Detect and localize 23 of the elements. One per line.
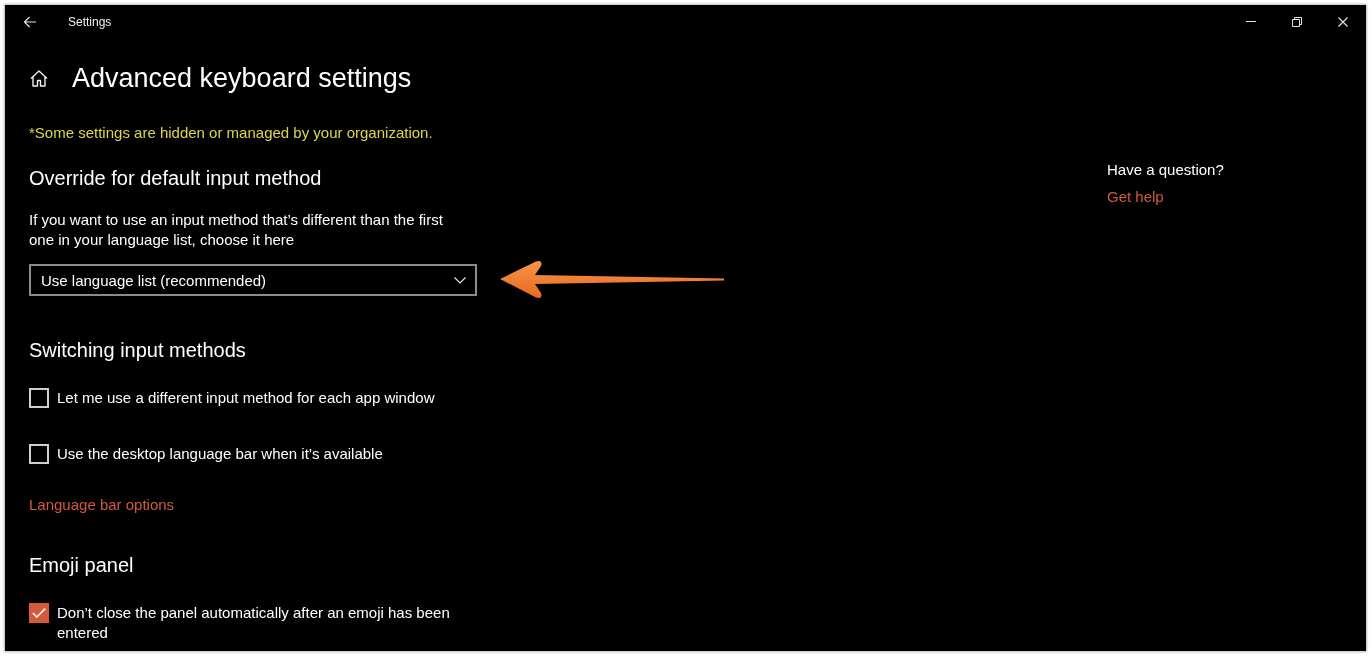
help-link[interactable]: Get help — [1107, 187, 1164, 207]
notice-text: *Some settings are hidden or managed by your organization. — [29, 123, 434, 143]
chevron-down-icon — [454, 276, 466, 284]
section-heading: Emoji panel — [29, 553, 135, 578]
home-icon[interactable] — [30, 69, 48, 87]
section-heading: Override for default input method — [29, 166, 323, 191]
restore-icon[interactable] — [1292, 16, 1302, 27]
page-title: Advanced keyboard settings — [72, 62, 412, 95]
dropdown[interactable]: Use language list (recommended) — [29, 264, 477, 296]
window-title: Settings — [68, 14, 112, 29]
checkbox[interactable] — [29, 388, 49, 408]
back-arrow-icon[interactable] — [23, 15, 37, 28]
checkmark-icon — [32, 608, 46, 618]
close-icon[interactable] — [1338, 16, 1348, 27]
help-question: Have a question? — [1107, 160, 1225, 180]
section-heading: Switching input methods — [29, 338, 247, 363]
description-text: If you want to use an input method that’s different than the first one in your language list, choose it here — [29, 210, 444, 250]
checkbox[interactable] — [29, 444, 49, 464]
checkbox[interactable] — [29, 603, 49, 623]
options-link[interactable]: Language bar options — [29, 495, 175, 515]
checkbox-label: Use the desktop language bar when it’s available — [57, 444, 384, 464]
checkbox-label: Let me use a different input method for each app window — [57, 388, 436, 408]
checkbox-label: Don’t close the panel automatically after an emoji has been entered — [57, 603, 451, 643]
